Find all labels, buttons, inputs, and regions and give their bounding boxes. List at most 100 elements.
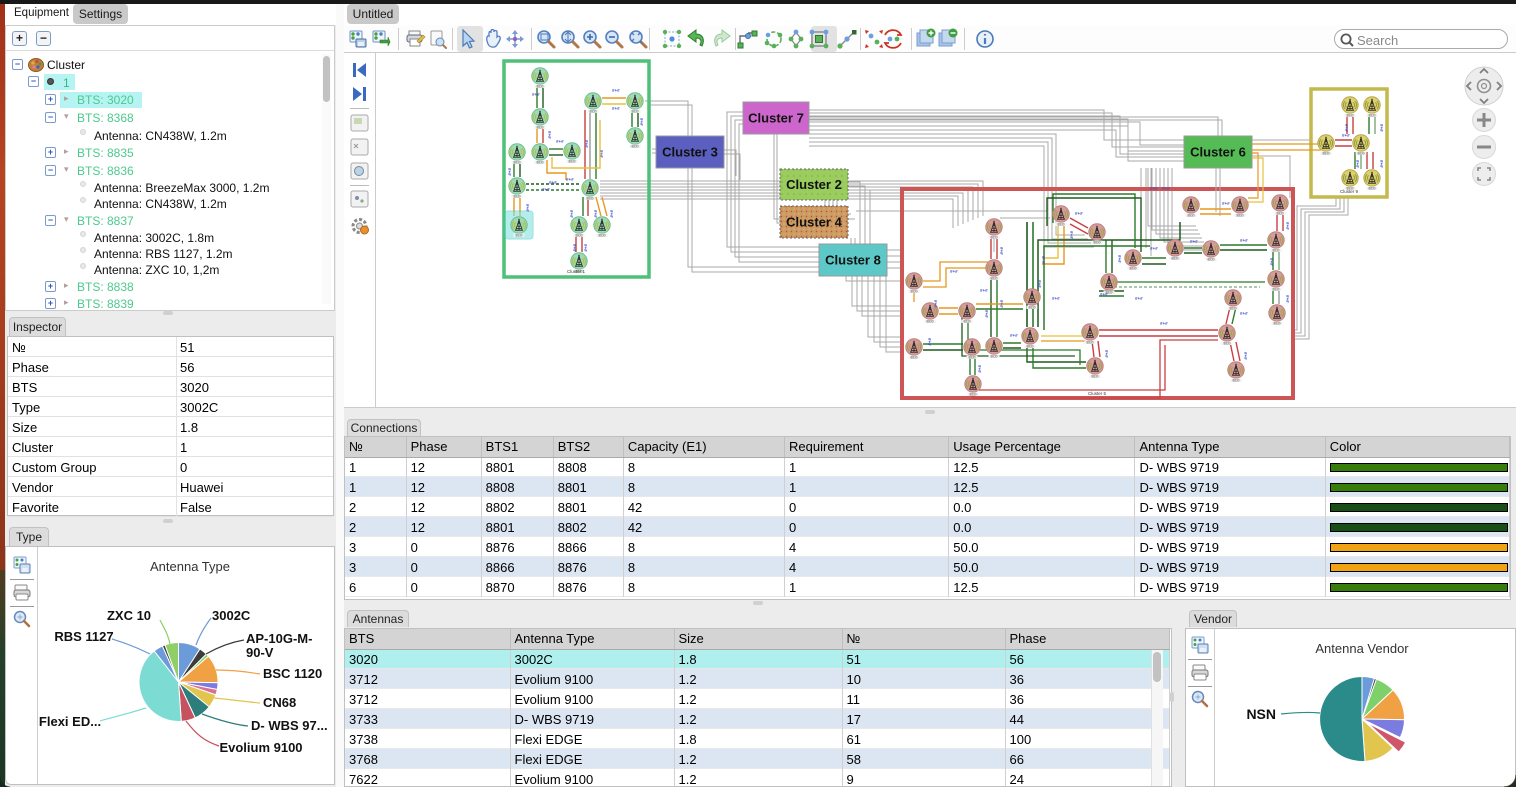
svg-text:8830: 8830 xyxy=(1357,151,1364,155)
svg-text:8830: 8830 xyxy=(1091,374,1098,378)
svg-text:8830: 8830 xyxy=(1223,341,1230,345)
svg-text:#+#: #+# xyxy=(1104,350,1109,358)
svg-text:#+#: #+# xyxy=(1269,258,1274,266)
svg-text:8830: 8830 xyxy=(1187,213,1194,217)
svg-text:#+#: #+# xyxy=(1160,321,1168,326)
svg-text:8830: 8830 xyxy=(536,160,543,164)
svg-text:8830: 8830 xyxy=(1026,344,1033,348)
svg-text:#+#: #+# xyxy=(583,244,588,252)
svg-text:#+#: #+# xyxy=(1100,292,1108,297)
svg-text:8830: 8830 xyxy=(536,84,543,88)
svg-text:8830: 8830 xyxy=(598,233,605,237)
svg-text:8830: 8830 xyxy=(1368,186,1375,190)
svg-text:8830: 8830 xyxy=(1272,287,1279,291)
svg-text:#+#: #+# xyxy=(572,244,577,252)
svg-text:#+#: #+# xyxy=(1041,256,1046,264)
svg-text:8830: 8830 xyxy=(1368,113,1375,117)
svg-text:8830: 8830 xyxy=(1276,211,1283,215)
svg-text:8830: 8830 xyxy=(1346,113,1353,117)
svg-text:#+#: #+# xyxy=(1150,246,1158,251)
svg-text:#+#: #+# xyxy=(984,310,989,318)
svg-text:8830: 8830 xyxy=(513,160,520,164)
svg-text:Cluster 7: Cluster 7 xyxy=(748,111,804,126)
svg-text:Cluster 9: Cluster 9 xyxy=(1340,189,1359,194)
svg-text:#+#: #+# xyxy=(507,168,512,176)
svg-text:#+#: #+# xyxy=(1052,296,1060,301)
svg-text:8830: 8830 xyxy=(990,354,997,358)
svg-text:#+#: #+# xyxy=(566,177,574,182)
svg-text:#+#: #+# xyxy=(1285,295,1290,303)
svg-text:8830: 8830 xyxy=(1232,378,1239,382)
svg-text:#+#: #+# xyxy=(999,247,1004,255)
svg-text:#+#: #+# xyxy=(1344,124,1349,132)
svg-text:8830: 8830 xyxy=(515,233,522,237)
svg-text:#+#: #+# xyxy=(609,210,614,218)
svg-text:8830: 8830 xyxy=(963,319,970,323)
svg-text:8830: 8830 xyxy=(1086,340,1093,344)
svg-text:8830: 8830 xyxy=(926,319,933,323)
svg-text:#+#: #+# xyxy=(549,180,557,185)
svg-text:Cluster 1: Cluster 1 xyxy=(567,269,586,274)
svg-text:#+#: #+# xyxy=(569,210,574,218)
svg-text:#+#: #+# xyxy=(1243,352,1248,360)
svg-text:8830: 8830 xyxy=(1028,305,1035,309)
svg-text:#+#: #+# xyxy=(556,139,564,144)
svg-text:8830: 8830 xyxy=(968,355,975,359)
svg-text:#+#: #+# xyxy=(977,365,982,373)
svg-text:#+#: #+# xyxy=(612,88,620,93)
svg-text:#+#: #+# xyxy=(1010,333,1018,338)
svg-text:Cluster 4: Cluster 4 xyxy=(786,215,842,230)
svg-text:#+#: #+# xyxy=(542,187,550,192)
svg-text:#+#: #+# xyxy=(639,118,644,126)
svg-text:8830: 8830 xyxy=(1093,240,1100,244)
svg-text:8830: 8830 xyxy=(910,289,917,293)
svg-text:Cluster 3: Cluster 3 xyxy=(662,145,718,160)
svg-text:8830: 8830 xyxy=(631,144,638,148)
svg-text:#+#: #+# xyxy=(547,131,552,139)
svg-text:#+#: #+# xyxy=(1285,222,1290,230)
svg-text:#+#: #+# xyxy=(1150,186,1158,191)
svg-text:#+#: #+# xyxy=(612,106,620,111)
svg-text:8830: 8830 xyxy=(910,355,917,359)
svg-text:#+#: #+# xyxy=(599,150,604,158)
svg-text:#+#: #+# xyxy=(525,204,530,212)
svg-text:8830: 8830 xyxy=(1272,248,1279,252)
svg-text:#+#: #+# xyxy=(1222,201,1230,206)
svg-text:8830: 8830 xyxy=(575,233,582,237)
svg-text:#+#: #+# xyxy=(593,210,598,218)
svg-text:8830: 8830 xyxy=(990,276,997,280)
svg-text:8830: 8830 xyxy=(1273,321,1280,325)
svg-text:8830: 8830 xyxy=(1207,257,1214,261)
svg-text:#+#: #+# xyxy=(1162,186,1170,191)
svg-text:8830: 8830 xyxy=(969,392,976,396)
svg-text:#+#: #+# xyxy=(1037,280,1042,288)
svg-text:#+#: #+# xyxy=(927,338,932,346)
svg-text:#+#: #+# xyxy=(1117,255,1122,263)
svg-text:8830: 8830 xyxy=(631,109,638,113)
svg-text:#+#: #+# xyxy=(1355,160,1360,168)
svg-text:#+#: #+# xyxy=(980,288,988,293)
svg-text:#+#: #+# xyxy=(1069,231,1074,239)
svg-text:8830: 8830 xyxy=(536,125,543,129)
svg-text:8830: 8830 xyxy=(1057,222,1064,226)
svg-text:#+#: #+# xyxy=(584,140,589,148)
svg-text:8830: 8830 xyxy=(513,194,520,198)
svg-text:#+#: #+# xyxy=(1379,124,1384,132)
svg-text:#+#: #+# xyxy=(933,300,938,308)
svg-text:Cluster 8: Cluster 8 xyxy=(825,253,881,268)
svg-text:8830: 8830 xyxy=(990,235,997,239)
svg-text:8830: 8830 xyxy=(1322,151,1329,155)
svg-text:#+#: #+# xyxy=(1342,133,1350,138)
svg-text:Cluster 5: Cluster 5 xyxy=(1088,391,1107,396)
svg-text:8830: 8830 xyxy=(589,109,596,113)
svg-text:#+#: #+# xyxy=(999,300,1004,308)
svg-text:#+#: #+# xyxy=(950,269,958,274)
svg-text:Cluster 2: Cluster 2 xyxy=(786,177,842,192)
svg-text:8830: 8830 xyxy=(1171,256,1178,260)
svg-text:#+#: #+# xyxy=(1379,160,1384,168)
svg-text:8830: 8830 xyxy=(1129,266,1136,270)
svg-text:#+#: #+# xyxy=(532,92,540,97)
svg-text:#+#: #+# xyxy=(1190,239,1198,244)
svg-text:#+#: #+# xyxy=(1240,238,1248,243)
svg-text:#+#: #+# xyxy=(1075,211,1083,216)
